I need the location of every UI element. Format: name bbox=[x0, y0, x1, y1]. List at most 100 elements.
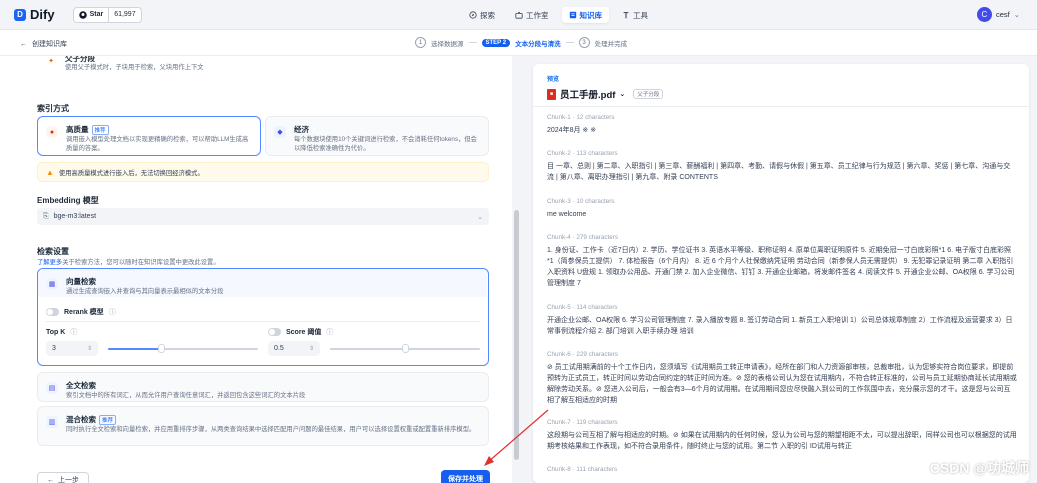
retrieval-desc-text: 关于检索方法，您可以随时在知识库设置中更改此设置。 bbox=[62, 259, 220, 266]
top-k-label: Top K bbox=[46, 328, 66, 336]
nav-studio[interactable]: 工作室 bbox=[508, 7, 556, 23]
github-star-button[interactable]: Star 61,997 bbox=[72, 6, 142, 23]
full-text-search-option[interactable]: ▤ 全文检索 索引文档中的所有词汇，从而允许用户查询任意词汇，并返回包含这些词汇… bbox=[37, 372, 489, 402]
chunk-text: 目 一章、总则 | 第二章、入职指引 | 第三章、薪酬福利 | 第四章、考勤、请… bbox=[547, 163, 1011, 181]
rerank-label: Rerank 模型 bbox=[64, 309, 104, 316]
chunk-text: me welcome bbox=[547, 211, 587, 218]
main-nav: 探索 工作室 知识库 工具 bbox=[462, 7, 655, 23]
knowledge-icon bbox=[569, 11, 576, 19]
chunk-item: Chunk-1 · 12 characters 2024年8月 ※ ※ bbox=[547, 114, 1017, 136]
high-quality-option[interactable]: ● 高质量 推荐 调用嵌入模型处理文档以实现更精确的检索，可以帮助LLM生成高质… bbox=[37, 116, 261, 156]
parent-child-icon: ✦ bbox=[48, 58, 54, 65]
retrieval-title: 检索设置 bbox=[37, 247, 69, 256]
preview-panel: 预览 ■ 员工手册.pdf ⌄ 父子分段 Chunk-1 · 12 charac… bbox=[522, 56, 1037, 483]
top-k-input[interactable]: 3 ⇕ bbox=[46, 341, 98, 356]
logo-text: Dify bbox=[30, 7, 55, 22]
warning-icon: ▲ bbox=[46, 167, 54, 177]
previous-step-label: 上一步 bbox=[58, 477, 79, 483]
chunk-item: Chunk-7 · 119 characters 这段期与公司互相了解与相适应的… bbox=[547, 419, 1017, 452]
stepper: 1 选择数据源 STEP 2 文本分段与清洗 3 处理并完成 bbox=[415, 37, 627, 48]
back-button[interactable]: ← 创建知识库 bbox=[20, 39, 67, 49]
top-k-slider[interactable] bbox=[108, 344, 258, 353]
pdf-file-icon: ■ bbox=[547, 88, 556, 100]
score-threshold-value: 0.5 bbox=[274, 345, 284, 352]
economy-option[interactable]: ◆ 经济 每个数据块使用10个关键词进行检索，不会消耗任何tokens，但会以降… bbox=[265, 116, 489, 156]
recommended-badge: 推荐 bbox=[91, 124, 109, 135]
compass-icon bbox=[469, 11, 477, 19]
step-separator bbox=[468, 42, 477, 43]
chunk-item: Chunk-5 · 114 characters 开通企业公邮、OA权限 6. … bbox=[547, 304, 1017, 337]
chunk-text: 1. 身份证、工作卡（近7日内）2. 学历、学位证书 3. 英语水平等级、职称证… bbox=[547, 247, 1015, 287]
dify-logo-icon: D bbox=[14, 8, 26, 21]
github-icon bbox=[78, 10, 87, 19]
step-2-number: STEP 2 bbox=[481, 38, 511, 47]
chunk-mode-badge: 父子分段 bbox=[633, 89, 664, 99]
preview-divider bbox=[533, 106, 1029, 107]
chunk-text: ⊘ 员工试用期满前的十个工作日内，您须填写《试用期员工转正申请表》，经所在部门和… bbox=[547, 364, 1017, 404]
settings-scrollbar[interactable] bbox=[514, 210, 519, 460]
step-3-number: 3 bbox=[578, 37, 590, 48]
rerank-divider bbox=[46, 321, 480, 322]
stepper-icon: ⇕ bbox=[86, 346, 92, 352]
high-quality-title: 高质量 bbox=[66, 125, 89, 134]
chunk-header: Chunk-5 · 114 characters bbox=[547, 304, 618, 311]
file-selector[interactable]: ■ 员工手册.pdf ⌄ 父子分段 bbox=[547, 87, 664, 101]
high-quality-desc: 调用嵌入模型处理文档以实现更精确的检索，可以帮助LLM生成高质量的答案。 bbox=[66, 136, 249, 152]
github-star-label: Star bbox=[89, 11, 104, 18]
nav-knowledge[interactable]: 知识库 bbox=[561, 7, 609, 23]
back-label: 创建知识库 bbox=[32, 41, 67, 48]
nav-explore[interactable]: 探索 bbox=[462, 7, 502, 23]
chunk-text: 这段期与公司互相了解与相适应的时期。⊘ 如果在试用期内的任何时候，您认为公司与您… bbox=[547, 432, 1017, 450]
parent-child-desc: 使用父子模式时，子块用于检索，父块用作上下文 bbox=[65, 64, 204, 71]
index-method-title: 索引方式 bbox=[37, 104, 69, 113]
step-1-number: 1 bbox=[415, 37, 426, 48]
score-threshold-slider[interactable] bbox=[330, 344, 480, 353]
full-text-search-icon: ▤ bbox=[46, 382, 58, 394]
fire-icon: ● bbox=[46, 126, 58, 138]
nav-tools[interactable]: 工具 bbox=[615, 7, 655, 23]
piggy-bank-icon: ◆ bbox=[274, 126, 286, 138]
score-threshold-slider-handle[interactable] bbox=[402, 344, 409, 353]
embedding-title: Embedding 模型 bbox=[37, 196, 99, 205]
chunk-header: Chunk-4 · 279 characters bbox=[547, 234, 619, 241]
hybrid-search-icon: ▥ bbox=[46, 416, 58, 428]
arrow-left-icon: ← bbox=[20, 40, 27, 48]
chunk-header: Chunk-6 · 229 characters bbox=[547, 351, 619, 358]
top-k-slider-handle[interactable] bbox=[157, 344, 165, 353]
user-menu[interactable]: C cesf ⌄ bbox=[976, 7, 1020, 22]
step-3-label: 处理并完成 bbox=[594, 40, 628, 48]
tools-icon bbox=[623, 12, 629, 19]
info-icon: ⓘ bbox=[108, 309, 116, 316]
dify-logo[interactable]: D Dify bbox=[14, 7, 55, 22]
top-navbar: D Dify Star 61,997 探索 工作室 知识库 工具 C cesf … bbox=[0, 0, 1037, 30]
chunk-header: Chunk-2 · 113 characters bbox=[547, 150, 618, 157]
economy-title: 经济 bbox=[294, 125, 309, 134]
full-text-search-desc: 索引文档中的所有词汇，从而允许用户查询任意词汇，并返回包含这些词汇的文本片段 bbox=[66, 392, 306, 399]
rerank-toggle[interactable] bbox=[46, 308, 59, 316]
score-threshold-toggle[interactable] bbox=[268, 328, 281, 336]
learn-more-link[interactable]: 了解更多 bbox=[37, 259, 62, 266]
chevron-down-icon: ⌄ bbox=[477, 213, 483, 221]
recommended-badge: 推荐 bbox=[99, 414, 117, 425]
save-and-process-button[interactable]: 保存并处理 bbox=[441, 470, 490, 483]
info-icon: ⓘ bbox=[326, 329, 334, 336]
vector-search-desc: 通过生成查询嵌入并查询与其向量表示最相似的文本分段 bbox=[66, 288, 224, 295]
vector-search-option[interactable]: ▦ 向量检索 通过生成查询嵌入并查询与其向量表示最相似的文本分段 Rerank … bbox=[37, 268, 489, 366]
parent-child-option[interactable]: ✦ 父子分段 使用父子模式时，子块用于检索，父块用作上下文 bbox=[37, 56, 489, 76]
chunk-header: Chunk-3 · 10 characters bbox=[547, 198, 615, 205]
nav-knowledge-label: 知识库 bbox=[579, 10, 603, 20]
arrow-left-icon: ← bbox=[47, 476, 54, 483]
step-separator bbox=[565, 42, 574, 43]
hybrid-search-option[interactable]: ▥ 混合检索 推荐 同时执行全文检索和向量检索，并应用重排序步骤，从两类查询结果… bbox=[37, 406, 489, 446]
warning-text: 使用高质量模式进行嵌入后，无法切换回经济模式。 bbox=[58, 169, 204, 177]
score-threshold-input[interactable]: 0.5 ⇕ bbox=[268, 341, 320, 356]
chunk-item: Chunk-6 · 229 characters ⊘ 员工试用期满前的十个工作日… bbox=[547, 351, 1017, 417]
watermark: CSDN @功城师 bbox=[929, 460, 1029, 476]
nav-studio-label: 工作室 bbox=[526, 10, 549, 20]
previous-step-button[interactable]: ← 上一步 bbox=[37, 472, 89, 483]
embedding-model-select[interactable]: ⎘ bge-m3:latest ⌄ bbox=[37, 208, 489, 225]
nav-explore-label: 探索 bbox=[480, 10, 495, 20]
index-mode-warning: ▲ 使用高质量模式进行嵌入后，无法切换回经济模式。 bbox=[37, 162, 489, 182]
hybrid-search-title: 混合检索 bbox=[66, 415, 96, 424]
chunk-item: Chunk-4 · 279 characters 1. 身份证、工作卡（近7日内… bbox=[547, 234, 1017, 300]
